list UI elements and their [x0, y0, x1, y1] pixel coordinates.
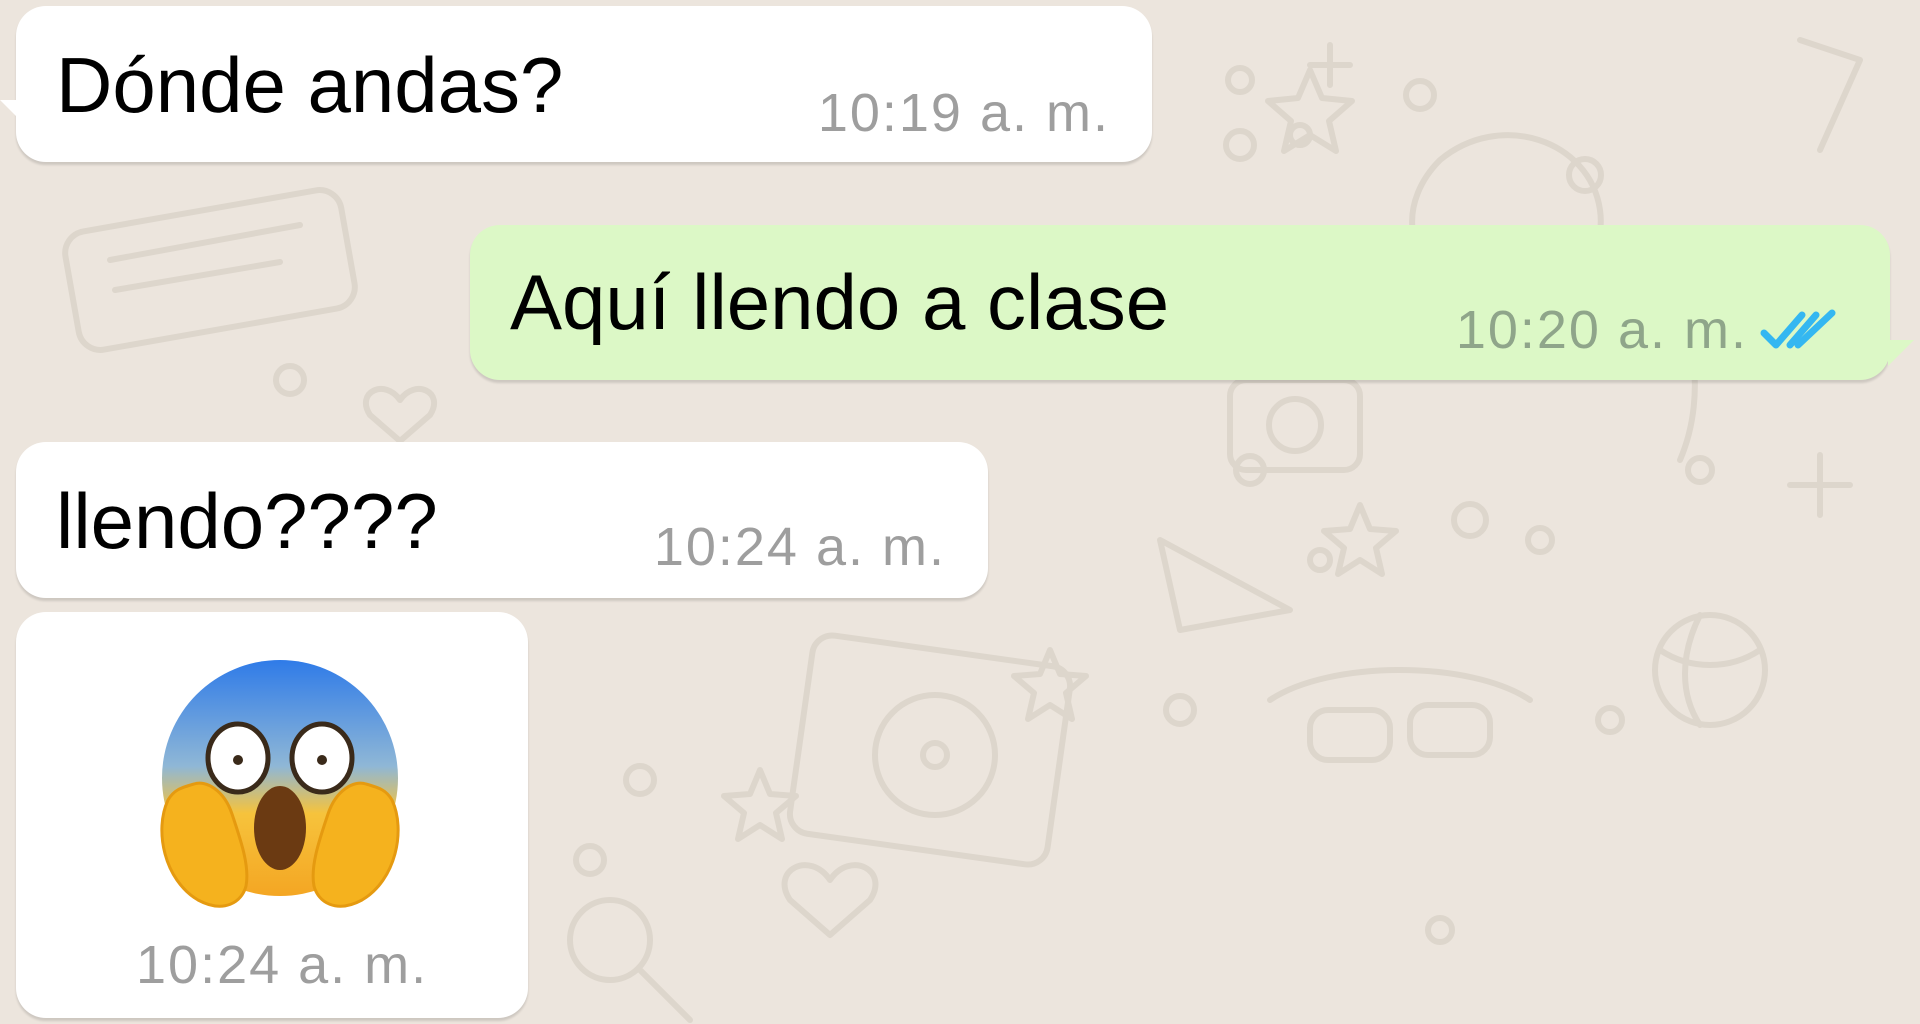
message-timestamp: 10:24 a. m.: [136, 935, 429, 995]
read-double-check-icon: [1760, 309, 1836, 349]
message-timestamp: 10:19 a. m.: [817, 83, 1110, 143]
message-text: Aquí llendo a clase: [510, 258, 1170, 346]
message-timestamp: 10:24 a. m.: [653, 517, 946, 577]
message-bubble-incoming[interactable]: Dónde andas? 10:19 a. m.: [16, 6, 1152, 162]
message-timestamp: 10:20 a. m.: [1455, 300, 1748, 360]
message-text: Dónde andas?: [56, 41, 564, 129]
bubble-tail: [0, 100, 26, 126]
message-bubble-incoming[interactable]: llendo???? 10:24 a. m.: [16, 442, 988, 598]
message-bubble-incoming-emoji[interactable]: 10:24 a. m.: [16, 612, 528, 1018]
message-bubble-outgoing[interactable]: Aquí llendo a clase 10:20 a. m.: [470, 225, 1890, 380]
bubble-tail: [1888, 340, 1914, 366]
face-screaming-in-fear-icon: [160, 660, 400, 908]
message-text: llendo????: [56, 477, 438, 565]
